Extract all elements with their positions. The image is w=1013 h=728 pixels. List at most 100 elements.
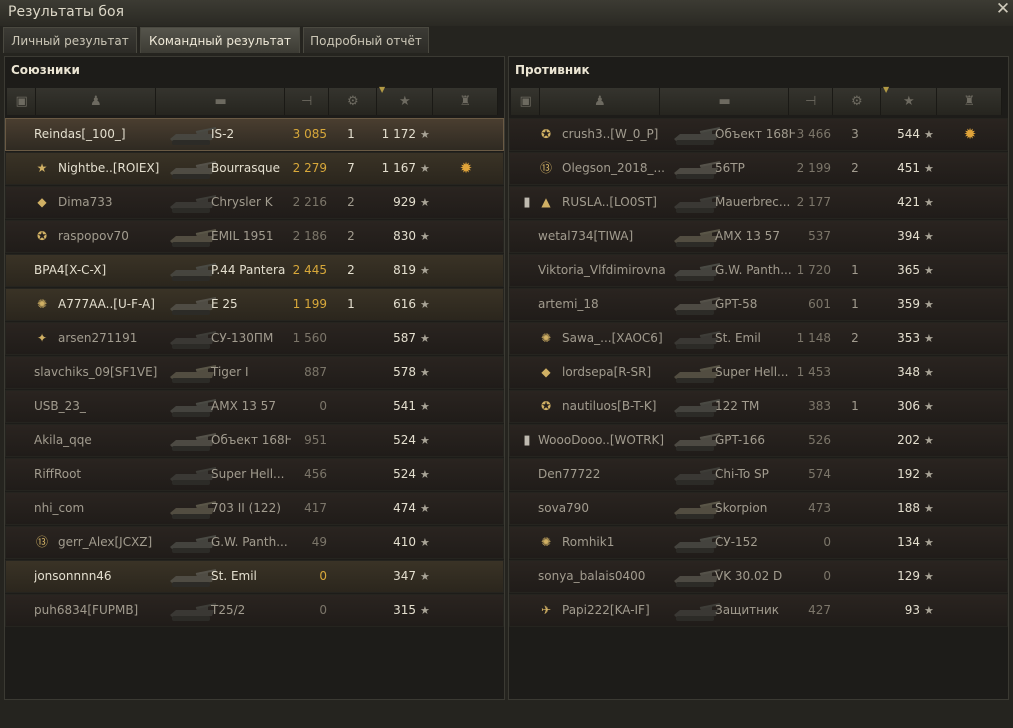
enemies-header-damage[interactable]: ⊣ bbox=[789, 88, 833, 115]
enemies-header-xp-star[interactable]: ★ ▼ bbox=[881, 85, 937, 115]
allies-row[interactable]: ✦ arsen271191 СУ-130ПМ 1 560 587 ★ bbox=[5, 322, 504, 355]
enemies-row[interactable]: ▮ WoooDooo..[WOTRK] GPT-166 526 202 ★ bbox=[509, 424, 1008, 457]
vehicle-name: EMIL 1951 bbox=[211, 229, 274, 243]
player-name[interactable]: wetal734[TIWA] bbox=[538, 221, 668, 252]
enemies-row[interactable]: ◆ lordsepa[R-SR] Super Hell... 1 453 348 ★ bbox=[509, 356, 1008, 389]
player-name[interactable]: sova790 bbox=[538, 493, 668, 524]
allies-row[interactable]: ✪ raspopov70 EMIL 1951 2 186 2 830 ★ bbox=[5, 220, 504, 253]
allies-row[interactable]: jonsonnnn46 St. Emil 0 347 ★ bbox=[5, 560, 504, 593]
enemies-header-kills[interactable]: ⚙ bbox=[833, 88, 881, 115]
enemies-row[interactable]: ▮ ▲ RUSLA..[LO0ST] Mauerbrec... 2 177 421 ★ bbox=[509, 186, 1008, 219]
allies-row[interactable]: RiffRoot Super Hell... 456 524 ★ bbox=[5, 458, 504, 491]
allies-row[interactable]: USB_23_ AMX 13 57 0 541 ★ bbox=[5, 390, 504, 423]
vehicle-name: GPT-58 bbox=[715, 297, 758, 311]
damage-value: 417 bbox=[304, 501, 327, 515]
allies-row[interactable]: puh6834[FUPMB] T25/2 0 315 ★ bbox=[5, 594, 504, 627]
tank-icon bbox=[670, 495, 720, 522]
enemies-row[interactable]: ✈ Papi222[KA-IF] Защитник 427 93 ★ bbox=[509, 594, 1008, 627]
allies-row[interactable]: Akila_qqe Объект 168Н 951 524 ★ bbox=[5, 424, 504, 457]
vehicle-name: 56TP bbox=[715, 161, 745, 175]
damage-value: 2 445 bbox=[292, 263, 327, 277]
allies-row[interactable]: slavchiks_09[SF1VE] Tiger I 887 578 ★ bbox=[5, 356, 504, 389]
xp-star-icon: ★ bbox=[924, 366, 934, 379]
allies-row[interactable]: ◆ Dima733 Chrysler K 2 216 2 929 ★ bbox=[5, 186, 504, 219]
player-name[interactable]: Romhik1 bbox=[562, 527, 668, 558]
xp-value: 202 bbox=[897, 433, 920, 447]
medal-icon[interactable]: ✹ bbox=[958, 119, 982, 150]
tank-icon bbox=[670, 529, 720, 556]
player-name[interactable]: Papi222[KA-IF] bbox=[562, 595, 668, 626]
allies-row[interactable]: ✺ A777AA..[U-F-A] E 25 1 199 1 616 ★ bbox=[5, 288, 504, 321]
allies-header-platoon[interactable]: ▣ bbox=[7, 88, 36, 115]
player-name[interactable]: BPA4[X-C-X] bbox=[34, 255, 164, 286]
player-name[interactable]: jonsonnnn46 bbox=[34, 561, 164, 592]
player-name[interactable]: A777AA..[U-F-A] bbox=[58, 289, 164, 320]
xp-value: 192 bbox=[897, 467, 920, 481]
tank-icon: ▬ bbox=[718, 94, 731, 109]
enemies-column-header: ▣ ♟ ▬ ⊣ ⚙ ★ ▼ ♜ bbox=[509, 85, 1008, 115]
damage-value: 49 bbox=[311, 535, 327, 549]
enemies-header-tank[interactable]: ▬ bbox=[660, 88, 789, 115]
allies-row[interactable]: BPA4[X-C-X] P.44 Pantera 2 445 2 819 ★ bbox=[5, 254, 504, 287]
player-name[interactable]: gerr_Alex[JCXZ] bbox=[58, 527, 164, 558]
enemies-header-player[interactable]: ♟ bbox=[540, 88, 660, 115]
xp-star-icon: ★ bbox=[420, 298, 430, 311]
enemies-row[interactable]: ✺ Romhik1 СУ-152 0 134 ★ bbox=[509, 526, 1008, 559]
enemies-row[interactable]: ⑬ Olegson_2018_... 56TP 2 199 2 451 ★ bbox=[509, 152, 1008, 185]
player-name[interactable]: Olegson_2018_... bbox=[562, 153, 668, 184]
player-name[interactable]: Dima733 bbox=[58, 187, 164, 218]
allies-row[interactable]: ⑬ gerr_Alex[JCXZ] G.W. Panth... 49 410 ★ bbox=[5, 526, 504, 559]
player-name[interactable]: slavchiks_09[SF1VE] bbox=[34, 357, 164, 388]
damage-value: 2 177 bbox=[796, 195, 831, 209]
tab-personal-result[interactable]: Личный результат bbox=[3, 27, 137, 53]
enemies-row[interactable]: artemi_18 GPT-58 601 1 359 ★ bbox=[509, 288, 1008, 321]
player-name[interactable]: sonya_balais0400 bbox=[538, 561, 668, 592]
player-name[interactable]: Den77722 bbox=[538, 459, 668, 490]
player-name[interactable]: lordsepa[R-SR] bbox=[562, 357, 668, 388]
allies-row[interactable]: nhi_com 703 II (122) 417 474 ★ bbox=[5, 492, 504, 525]
allies-header-xp-star[interactable]: ★ ▼ bbox=[377, 85, 433, 115]
player-name[interactable]: arsen271191 bbox=[58, 323, 164, 354]
player-name[interactable]: USB_23_ bbox=[34, 391, 164, 422]
tab-detailed-report[interactable]: Подробный отчёт bbox=[303, 27, 429, 53]
player-name[interactable]: puh6834[FUPMB] bbox=[34, 595, 164, 626]
enemies-row[interactable]: wetal734[TIWA] AMX 13 57 537 394 ★ bbox=[509, 220, 1008, 253]
enemies-row[interactable]: ✪ nautiluos[B-T-K] 122 TM 383 1 306 ★ bbox=[509, 390, 1008, 423]
damage-value: 3 085 bbox=[292, 127, 327, 141]
enemies-row[interactable]: Den77722 Chi-To SP 574 192 ★ bbox=[509, 458, 1008, 491]
close-icon[interactable]: ✕ bbox=[995, 1, 1011, 18]
enemies-row[interactable]: sova790 Skorpion 473 188 ★ bbox=[509, 492, 1008, 525]
allies-row[interactable]: Reindas[_100_] IS-2 3 085 1 1 172 ★ bbox=[5, 118, 504, 151]
enemies-row[interactable]: Viktoria_Vlfdimirovna G.W. Panth... 1 720 1… bbox=[509, 254, 1008, 287]
tab-team-result[interactable]: Командный результат bbox=[140, 27, 300, 53]
enemies-row[interactable]: ✪ crush3..[W_0_P] Объект 168Н 3 466 3 544 ★ ✹ bbox=[509, 118, 1008, 151]
enemies-header-platoon[interactable]: ▣ bbox=[511, 88, 540, 115]
allies-header-player[interactable]: ♟ bbox=[36, 88, 156, 115]
enemies-header-medal[interactable]: ♜ bbox=[937, 88, 1002, 115]
player-name[interactable]: artemi_18 bbox=[538, 289, 668, 320]
enemies-row[interactable]: sonya_balais0400 VK 30.02 D 0 129 ★ bbox=[509, 560, 1008, 593]
player-name[interactable]: Sawa_...[XAOC6] bbox=[562, 323, 668, 354]
player-icon: ♟ bbox=[90, 94, 102, 109]
player-name[interactable]: WoooDooo..[WOTRK] bbox=[538, 425, 668, 456]
allies-header-kills[interactable]: ⚙ bbox=[329, 88, 377, 115]
player-name[interactable]: Reindas[_100_] bbox=[34, 119, 164, 150]
player-name[interactable]: crush3..[W_0_P] bbox=[562, 119, 668, 150]
allies-header-medal[interactable]: ♜ bbox=[433, 88, 498, 115]
player-name[interactable]: Akila_qqe bbox=[34, 425, 164, 456]
player-name[interactable]: nhi_com bbox=[34, 493, 164, 524]
player-name[interactable]: Nightbe..[ROIEX] bbox=[58, 153, 164, 184]
vehicle-name: AMX 13 57 bbox=[715, 229, 780, 243]
medal-icon[interactable]: ✹ bbox=[454, 153, 478, 184]
player-name[interactable]: RUSLA..[LO0ST] bbox=[562, 187, 668, 218]
player-name[interactable]: nautiluos[B-T-K] bbox=[562, 391, 668, 422]
player-name[interactable]: Viktoria_Vlfdimirovna bbox=[538, 255, 668, 286]
tank-icon bbox=[166, 155, 216, 182]
allies-header-tank[interactable]: ▬ bbox=[156, 88, 285, 115]
allies-row[interactable]: ★ Nightbe..[ROIEX] Bourrasque 2 279 7 1 167 ★ ✹ bbox=[5, 152, 504, 185]
damage-value: 951 bbox=[304, 433, 327, 447]
player-name[interactable]: RiffRoot bbox=[34, 459, 164, 490]
allies-header-damage[interactable]: ⊣ bbox=[285, 88, 329, 115]
player-name[interactable]: raspopov70 bbox=[58, 221, 164, 252]
enemies-row[interactable]: ✺ Sawa_...[XAOC6] St. Emil 1 148 2 353 ★ bbox=[509, 322, 1008, 355]
